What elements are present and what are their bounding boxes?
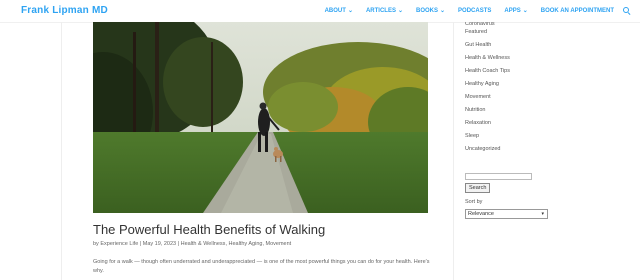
nav-articles-label: ARTICLES (365, 7, 396, 14)
category-link-health-wellness[interactable]: Health & Wellness (181, 241, 226, 247)
search-icon[interactable] (623, 7, 631, 15)
chevron-down-icon: ⌄ (397, 8, 403, 14)
category-link-featured[interactable]: Featured (465, 29, 615, 42)
category-link-nutrition[interactable]: Nutrition (465, 107, 615, 120)
walking-photo (93, 22, 428, 213)
post-meta: by Experience Life | May 19, 2023 | Heal… (93, 241, 291, 247)
nav-about[interactable]: ABOUT ⌄ (324, 7, 353, 15)
chevron-down-icon: ⌄ (440, 8, 446, 14)
sort-select[interactable]: Relevance ▾ (465, 209, 548, 219)
nav-book-appointment[interactable]: BOOK AN APPOINTMENT (541, 8, 614, 14)
category-link-healthy-aging[interactable]: Healthy Aging (229, 241, 263, 247)
nav-book-appointment-label: BOOK AN APPOINTMENT (540, 7, 614, 14)
category-link-coronavirus[interactable]: Coronavirus (465, 22, 615, 29)
main-nav: ABOUT ⌄ ARTICLES ⌄ BOOKS ⌄ PODCASTS APPS ⌄ B… (312, 7, 631, 15)
content-divider (61, 22, 62, 280)
category-link-movement[interactable]: Movement (465, 94, 615, 107)
search-button[interactable]: Search (465, 183, 491, 193)
sort-selected-value: Relevance (468, 211, 494, 217)
nav-books[interactable]: BOOKS ⌄ (416, 7, 446, 15)
nav-books-label: BOOKS (416, 7, 439, 14)
category-link-health-coach-tips[interactable]: Health Coach Tips (465, 68, 615, 81)
author-link[interactable]: Experience Life (100, 241, 138, 247)
category-link-sleep[interactable]: Sleep (465, 133, 615, 146)
featured-image[interactable] (93, 22, 428, 213)
nav-apps[interactable]: APPS ⌄ (504, 7, 528, 15)
category-link-health-wellness[interactable]: Health & Wellness (465, 55, 615, 68)
site-header: Frank Lipman MD ABOUT ⌄ ARTICLES ⌄ BOOKS ⌄ … (0, 0, 640, 22)
post-date: May 19, 2023 (142, 241, 177, 247)
post-excerpt: Going for a walk — though often underrat… (93, 259, 430, 274)
sidebar-divider (453, 22, 454, 280)
site-logo[interactable]: Frank Lipman MD (21, 5, 108, 16)
chevron-down-icon: ⌄ (347, 8, 353, 14)
nav-about-label: ABOUT (324, 7, 346, 14)
category-link-gut-health[interactable]: Gut Health (465, 42, 615, 55)
nav-articles[interactable]: ARTICLES ⌄ (365, 7, 403, 15)
chevron-down-icon: ▾ (541, 211, 544, 217)
nav-podcasts[interactable]: PODCASTS (458, 8, 491, 14)
nav-apps-label: APPS (504, 7, 521, 14)
chevron-down-icon: ⌄ (522, 8, 528, 14)
sidebar-search-input[interactable] (465, 173, 532, 180)
category-link-movement[interactable]: Movement (266, 241, 292, 247)
category-list: Coronavirus Featured Gut Health Health &… (465, 22, 615, 159)
category-link-uncategorized[interactable]: Uncategorized (465, 146, 615, 159)
category-link-healthy-aging[interactable]: Healthy Aging (465, 81, 615, 94)
post-title[interactable]: The Powerful Health Benefits of Walking (93, 222, 325, 237)
sort-by-label: Sort by (465, 199, 483, 205)
category-link-relaxation[interactable]: Relaxation (465, 120, 615, 133)
nav-podcasts-label: PODCASTS (458, 7, 492, 14)
